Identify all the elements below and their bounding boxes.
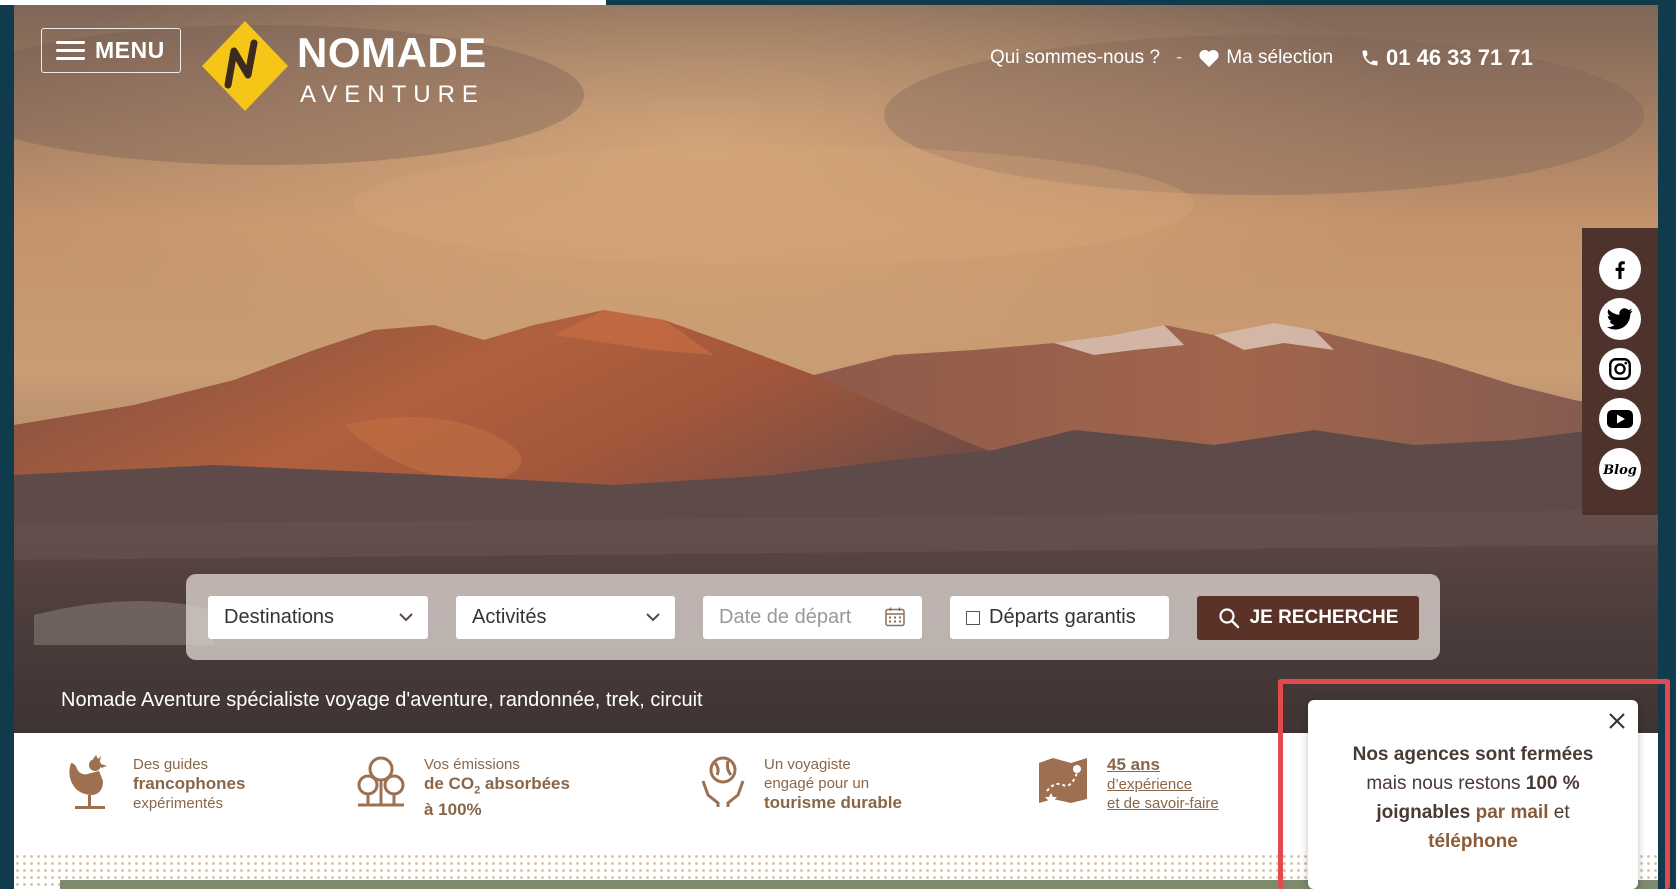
popup-line2b: 100 % — [1525, 773, 1580, 794]
feature-experience[interactable]: 45 ans d’expérience et de savoir-faire — [1037, 755, 1219, 813]
feature-co2-line1: Vos émissions — [424, 756, 520, 773]
hamburger-icon — [56, 40, 85, 61]
chevron-down-icon — [646, 613, 660, 622]
instagram-icon[interactable] — [1599, 348, 1641, 390]
phone-link[interactable]: 01 46 33 71 71 — [1360, 45, 1533, 71]
feature-co2-line2a: de CO — [424, 774, 475, 793]
feature-sustainable-line1: Un voyagiste — [764, 756, 851, 773]
menu-button[interactable]: MENU — [41, 28, 181, 73]
feature-experience-line1[interactable]: 45 ans — [1107, 755, 1160, 774]
feature-co2-text: Vos émissions de CO2 absorbées à 100% — [424, 755, 570, 820]
close-icon[interactable] — [1608, 712, 1626, 730]
feature-sustainable: Un voyagiste engagé pour un tourisme dur… — [700, 755, 902, 813]
trees-icon — [357, 756, 405, 807]
feature-guides-line2: francophones — [133, 774, 246, 793]
phone-icon — [1362, 50, 1378, 66]
search-icon — [1218, 608, 1239, 629]
top-navigation: Qui sommes-nous ? - Ma sélection 01 46 3… — [990, 43, 1533, 73]
checkbox-box[interactable] — [966, 610, 980, 625]
feature-experience-line2[interactable]: d’expérience — [1107, 775, 1219, 794]
chevron-down-icon — [399, 613, 413, 622]
logo-text-aventure: AVENTURE — [300, 81, 485, 108]
calendar-icon[interactable] — [884, 606, 906, 628]
hero-banner: MENU NOMADE AVENTURE Qui sommes-nous ? -… — [14, 5, 1658, 733]
feature-co2-line2b: absorbées — [480, 774, 570, 793]
feature-experience-line3[interactable]: et de savoir-faire — [1107, 794, 1219, 813]
feature-guides-line1: Des guides — [133, 756, 209, 773]
popup-mail-link[interactable]: par mail — [1476, 802, 1549, 823]
nav-separator: - — [1176, 47, 1183, 68]
destinations-select-value: Destinations — [224, 606, 335, 628]
feature-sustainable-text: Un voyagiste engagé pour un tourisme dur… — [764, 755, 902, 813]
activities-select-value: Activités — [472, 606, 547, 628]
feature-sustainable-line2: engagé pour un — [764, 775, 870, 792]
feature-co2: Vos émissions de CO2 absorbées à 100% — [356, 755, 570, 820]
search-button[interactable]: JE RECHERCHE — [1197, 596, 1419, 640]
feature-co2-line3: à 100% — [424, 800, 482, 820]
blog-icon-label: Blog — [1602, 463, 1637, 478]
logo-mark-icon — [202, 21, 288, 111]
blog-icon[interactable]: Blog — [1599, 448, 1641, 490]
guaranteed-departures-checkbox[interactable]: Départs garantis — [950, 596, 1169, 639]
social-sidebar: Blog — [1582, 228, 1658, 515]
youtube-icon[interactable] — [1599, 398, 1641, 440]
nav-who-are-we-link[interactable]: Qui sommes-nous ? — [990, 47, 1160, 69]
feature-guides: Des guides francophones expérimentés — [63, 755, 245, 813]
phone-number: 01 46 33 71 71 — [1386, 45, 1533, 70]
globe-hands-icon — [701, 756, 745, 807]
popup-line3c: et — [1553, 802, 1570, 823]
guaranteed-departures-label: Départs garantis — [989, 606, 1136, 628]
departure-date-placeholder: Date de départ — [719, 606, 852, 628]
departure-date-input[interactable]: Date de départ — [703, 596, 922, 639]
heart-icon — [1199, 49, 1219, 67]
feature-sustainable-line3: tourisme durable — [764, 793, 902, 812]
feature-experience-text[interactable]: 45 ans d’expérience et de savoir-faire — [1107, 755, 1219, 813]
search-bar: Destinations Activités Date de départ Dé… — [186, 574, 1440, 660]
popup-phone-link[interactable]: téléphone — [1428, 831, 1518, 852]
hero-tagline: Nomade Aventure spécialiste voyage d'ave… — [61, 689, 703, 711]
feature-guides-text: Des guides francophones expérimentés — [133, 755, 245, 813]
menu-button-label: MENU — [95, 37, 165, 63]
rooster-icon — [69, 755, 107, 809]
nav-my-selection-link[interactable]: Ma sélection — [1198, 47, 1333, 69]
feature-guides-line3: expérimentés — [133, 795, 224, 812]
search-button-label: JE RECHERCHE — [1249, 607, 1399, 628]
facebook-icon[interactable] — [1599, 248, 1641, 290]
popup-line3a: joignables — [1376, 802, 1471, 823]
nav-my-selection-label: Ma sélection — [1226, 47, 1334, 68]
activities-select[interactable]: Activités — [456, 596, 675, 639]
popup-line1: Nos agences sont fermées — [1352, 744, 1594, 765]
map-icon — [1039, 758, 1087, 804]
agencies-closed-popup: Nos agences sont fermées mais nous resto… — [1308, 700, 1638, 889]
logo-text-nomade: NOMADE — [297, 29, 487, 76]
destinations-select[interactable]: Destinations — [208, 596, 428, 639]
twitter-icon[interactable] — [1599, 298, 1641, 340]
brand-logo[interactable]: NOMADE AVENTURE — [200, 19, 510, 114]
popup-line2a: mais nous restons — [1366, 773, 1526, 794]
